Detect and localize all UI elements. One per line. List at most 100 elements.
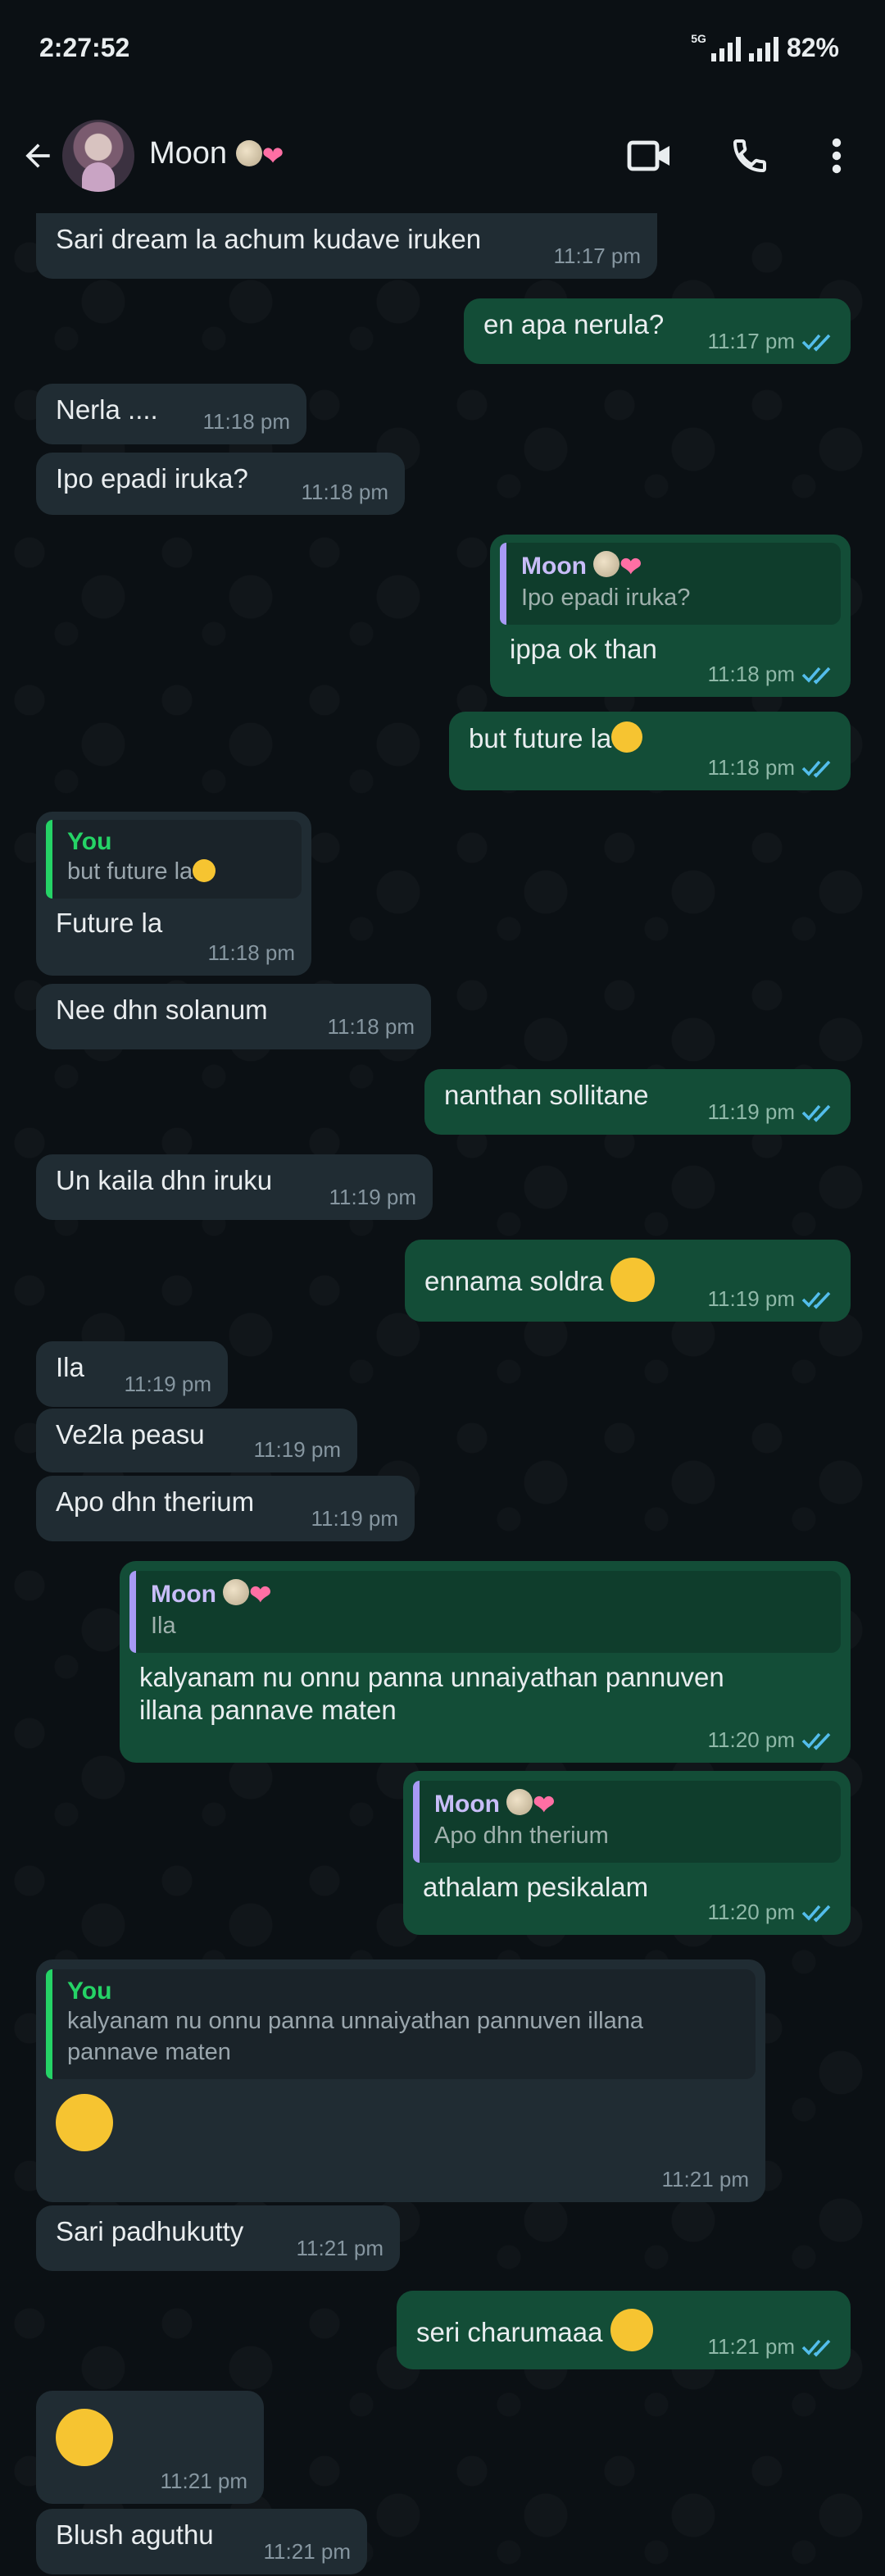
read-ticks-icon xyxy=(801,1291,831,1309)
message-outgoing-reply[interactable]: Moon ❤ Ila kalyanam nu onnu panna unnaiy… xyxy=(120,1561,851,1763)
message-outgoing[interactable]: nanthan sollitane 11:19 pm xyxy=(424,1069,851,1135)
message-incoming[interactable]: Un kaila dhn iruku 11:19 pm xyxy=(36,1154,433,1220)
smiling-face-emoji xyxy=(56,2094,113,2151)
read-ticks-icon xyxy=(801,1905,831,1923)
message-incoming[interactable]: Blush aguthu 11:21 pm xyxy=(36,2509,367,2574)
message-incoming[interactable]: Ve2la peasu 11:19 pm xyxy=(36,1409,357,1472)
message-time: 11:19 pm xyxy=(311,1506,398,1531)
message-text: seri charumaaa xyxy=(416,2309,653,2351)
moon-emoji-icon xyxy=(223,1579,250,1605)
message-incoming-reply[interactable]: You kalyanam nu onnu panna unnaiyathan p… xyxy=(36,1959,765,2202)
message-time: 11:17 pm xyxy=(553,243,641,268)
message-time: 11:21 pm xyxy=(661,2167,749,2191)
quoted-text: but future la xyxy=(67,856,287,887)
message-incoming[interactable]: Nee dhn solanum 11:18 pm xyxy=(36,984,431,1049)
message-time: 11:20 pm xyxy=(708,1727,834,1753)
message-incoming-reply[interactable]: You but future la Future la 11:18 pm xyxy=(36,812,311,976)
message-time: 11:18 pm xyxy=(301,480,388,504)
signal-icon xyxy=(710,35,741,61)
read-ticks-icon xyxy=(801,667,831,685)
message-text: Ipo epadi iruka? xyxy=(56,463,248,494)
eye-roll-emoji xyxy=(610,1258,656,1302)
message-text: nanthan sollitane xyxy=(444,1080,649,1110)
chat-area[interactable]: Sari dream la achum kudave iruken 11:17 … xyxy=(0,213,885,2576)
quoted-message[interactable]: You kalyanam nu onnu panna unnaiyathan p… xyxy=(46,1969,756,2079)
smiling-face-with-halo-emoji xyxy=(610,2309,653,2351)
quoted-text: kalyanam nu onnu panna unnaiyathan pannu… xyxy=(67,2008,644,2065)
quoted-message[interactable]: You but future la xyxy=(46,820,302,899)
message-outgoing[interactable]: en apa nerula? 11:17 pm xyxy=(464,298,851,364)
message-text: Ila xyxy=(56,1352,84,1382)
sparkling-heart-icon: ❤ xyxy=(249,1580,272,1609)
battery-level: 82% xyxy=(786,33,839,62)
message-outgoing[interactable]: ennama soldra 11:19 pm xyxy=(405,1240,851,1322)
message-text: Apo dhn therium xyxy=(56,1486,255,1517)
read-ticks-icon xyxy=(801,334,831,352)
video-call-icon[interactable] xyxy=(621,131,678,180)
message-outgoing-reply[interactable]: Moon ❤ Ipo epadi iruka? ippa ok than 11:… xyxy=(490,535,851,697)
message-time: 11:17 pm xyxy=(708,329,834,354)
message-time: 11:18 pm xyxy=(708,662,834,687)
status-time: 2:27:52 xyxy=(39,33,130,62)
voice-call-icon[interactable] xyxy=(721,131,778,180)
message-text: Nerla .... xyxy=(56,394,158,425)
message-incoming[interactable]: Ila 11:19 pm xyxy=(36,1341,228,1407)
message-incoming[interactable]: Nerla .... 11:18 pm xyxy=(36,384,306,444)
smiling-face-emoji xyxy=(56,2409,113,2466)
message-time: 11:19 pm xyxy=(329,1185,416,1209)
sparkling-heart-icon: ❤ xyxy=(620,552,642,581)
quoted-message[interactable]: Moon ❤ Ila xyxy=(129,1571,841,1653)
message-outgoing-reply[interactable]: Moon ❤ Apo dhn therium athalam pesikalam… xyxy=(403,1771,851,1935)
quoted-text: Apo dhn therium xyxy=(434,1823,609,1849)
network-type: 5G xyxy=(691,31,706,45)
message-time: 11:19 pm xyxy=(253,1437,341,1462)
quoted-sender: You xyxy=(67,1978,112,2005)
message-time: 11:18 pm xyxy=(327,1014,415,1039)
message-text: Blush aguthu xyxy=(56,2519,214,2550)
message-text: Future la xyxy=(56,908,163,938)
sparkling-heart-icon: ❤ xyxy=(261,141,284,171)
read-ticks-icon xyxy=(801,1732,831,1750)
message-text: Sari padhukutty xyxy=(56,2216,244,2246)
contact-name-text: Moon xyxy=(149,136,228,171)
message-time: 11:18 pm xyxy=(708,755,834,781)
avatar[interactable] xyxy=(62,120,134,192)
quoted-sender: Moon ❤ xyxy=(434,1789,556,1819)
quoted-sender: You xyxy=(67,828,112,855)
moon-emoji-icon xyxy=(506,1789,533,1815)
message-incoming[interactable]: Apo dhn therium 11:19 pm xyxy=(36,1476,415,1541)
message-time: 11:20 pm xyxy=(708,1900,834,1925)
message-time: 11:21 pm xyxy=(263,2539,351,2564)
message-text: en apa nerula? xyxy=(483,309,665,339)
message-outgoing[interactable]: but future la 11:18 pm xyxy=(449,712,851,790)
message-outgoing[interactable]: seri charumaaa 11:21 pm xyxy=(397,2291,851,2369)
quoted-message[interactable]: Moon ❤ Ipo epadi iruka? xyxy=(500,543,841,625)
read-ticks-icon xyxy=(801,2339,831,2357)
quoted-sender: Moon ❤ xyxy=(521,551,642,581)
sparkling-heart-icon: ❤ xyxy=(533,1790,556,1819)
message-text: Un kaila dhn iruku xyxy=(56,1165,273,1195)
quoted-message[interactable]: Moon ❤ Apo dhn therium xyxy=(413,1781,841,1863)
read-ticks-icon xyxy=(801,1104,831,1122)
chat-header: Moon ❤ xyxy=(0,98,885,213)
contact-name[interactable]: Moon ❤ xyxy=(149,136,284,171)
signal-icon-2 xyxy=(748,35,778,61)
message-text: ennama soldra xyxy=(424,1258,656,1302)
message-text: athalam pesikalam xyxy=(423,1872,649,1902)
message-incoming[interactable]: Ipo epadi iruka? 11:18 pm xyxy=(36,453,405,515)
back-arrow-icon[interactable] xyxy=(13,131,62,180)
message-text: ippa ok than xyxy=(510,634,657,664)
message-incoming[interactable]: Sari dream la achum kudave iruken 11:17 … xyxy=(36,213,657,279)
message-text: Sari dream la achum kudave iruken xyxy=(56,224,482,254)
read-ticks-icon xyxy=(801,760,831,778)
more-options-icon[interactable] xyxy=(816,131,857,180)
moon-emoji-icon xyxy=(593,551,620,577)
quoted-text: Ila xyxy=(151,1613,176,1639)
message-incoming[interactable]: Sari padhukutty 11:21 pm xyxy=(36,2205,400,2271)
status-bar: 2:27:52 5G 82% xyxy=(0,0,885,98)
message-incoming-emoji[interactable]: 11:21 pm xyxy=(36,2391,264,2504)
message-time: 11:21 pm xyxy=(160,2469,247,2493)
quoted-sender: Moon ❤ xyxy=(151,1579,272,1609)
message-time: 11:19 pm xyxy=(708,1286,834,1312)
pleading-face-emoji xyxy=(193,859,216,882)
